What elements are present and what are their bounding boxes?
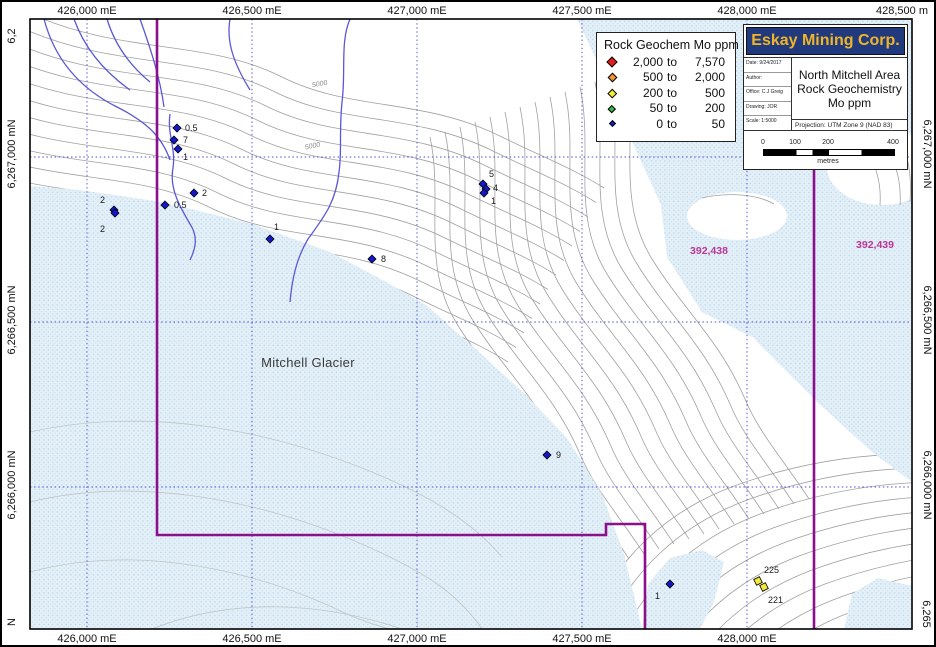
projection-note: Projection: UTM Zone 9 (NAD 83) xyxy=(792,119,907,130)
axis-label-partial: 6,265 xyxy=(920,600,932,628)
sample-value-label: 221 xyxy=(768,595,783,605)
title-block-right: North Mitchell Area Rock Geochemistry Mo… xyxy=(792,58,907,130)
axis-label-northing-right: 6,266,500 mN xyxy=(921,285,933,354)
axis-label-northing-left: 6,266,500 mN xyxy=(6,285,18,354)
sample-value-label: 7 xyxy=(183,135,188,145)
sample-value-label: 225 xyxy=(764,565,779,575)
legend-row: 500 to 2,000 xyxy=(597,70,735,86)
company-banner: Eskay Mining Corp. xyxy=(746,27,905,55)
axis-label-easting-bottom: 426,500 mE xyxy=(222,633,281,645)
legend-range-to: 50 xyxy=(711,116,725,131)
scale-bar-graphic xyxy=(763,149,895,156)
legend-range-to-word: to xyxy=(666,116,677,131)
axis-label-easting-bottom: 426,000 mE xyxy=(57,633,116,645)
legend-range-to: 7,570 xyxy=(694,54,725,69)
sample-value-label: 1 xyxy=(655,591,660,601)
map-title: North Mitchell Area Rock Geochemistry Mo… xyxy=(792,58,907,119)
scale-tick-0: 0 xyxy=(761,139,765,146)
scale-tick-200: 200 xyxy=(822,139,834,146)
legend-range-to-word: to xyxy=(666,85,677,100)
axis-label-easting-top: 427,500 mE xyxy=(552,5,611,17)
sample-value-label: 0.5 xyxy=(185,123,198,133)
legend-diamond-icon xyxy=(603,72,621,83)
legend-range-to: 200 xyxy=(704,101,725,116)
diamond-swatch xyxy=(608,120,616,128)
axis-label-northing-left: 6,267,000 mN xyxy=(6,119,18,188)
legend-range-to: 2,000 xyxy=(694,70,725,85)
claim-number-label: 392,439 xyxy=(856,239,894,251)
glacier-name-label: Mitchell Glacier xyxy=(261,355,355,370)
scale-bar: 0 100 200 400 metres xyxy=(751,139,901,169)
sample-value-label: 2 xyxy=(100,195,105,205)
legend-range-from: 0 xyxy=(656,116,663,131)
map-title-line3: Mo ppm xyxy=(827,95,872,110)
sample-value-label: 4 xyxy=(493,183,498,193)
legend-diamond-icon xyxy=(603,120,621,128)
legend-diamond-icon xyxy=(603,104,621,113)
sample-value-label: 8 xyxy=(381,254,386,264)
legend-row: 2,000 to 7,570 xyxy=(597,54,735,70)
axis-label-northing-right: 6,267,000 mN xyxy=(921,119,933,188)
diamond-swatch xyxy=(606,56,618,68)
legend-range-from: 2,000 xyxy=(632,54,663,69)
info-author: Author: xyxy=(744,73,791,88)
scale-tick-100: 100 xyxy=(789,139,801,146)
axis-label-easting-bottom: 427,000 mE xyxy=(387,633,446,645)
legend-box: Rock Geochem Mo ppm 2,000 to 7,570 500 to 2,0… xyxy=(596,32,739,142)
info-scale: Scale: 1:5000 xyxy=(746,118,777,125)
legend-row: 200 to 500 xyxy=(597,85,735,101)
scale-bar-section: 0 100 200 400 metres xyxy=(744,131,907,169)
legend-row: 50 to 200 xyxy=(597,101,735,117)
company-name: Eskay Mining Corp. xyxy=(751,32,900,49)
legend-rows: 2,000 to 7,570 500 to 2,000 200 to 500 50 to 200 0 to… xyxy=(597,54,735,132)
axis-label-northing-left: 6,266,000 mN xyxy=(6,450,18,519)
sample-value-label: 1 xyxy=(183,152,188,162)
axis-label-easting-top: 426,500 mE xyxy=(222,5,281,17)
info-drawing: Drawing: JOR xyxy=(744,102,791,117)
title-block: Eskay Mining Corp. Date: 9/24/2017 Autho… xyxy=(743,24,908,170)
sample-value-label: 0.5 xyxy=(174,200,187,210)
info-date: Date: 9/24/2017 xyxy=(744,58,791,73)
scale-unit: metres xyxy=(817,158,839,165)
legend-range-to-word: to xyxy=(666,54,677,69)
axis-label-partial: N xyxy=(6,618,18,626)
info-office: Office: C.J Greig xyxy=(744,87,791,102)
legend-row: 0 to 50 xyxy=(597,116,735,132)
diamond-swatch xyxy=(607,72,617,83)
legend-range-to: 500 xyxy=(704,85,725,100)
diamond-swatch xyxy=(607,88,617,98)
sample-value-label: 5 xyxy=(489,169,494,179)
axis-label-easting-top: 426,000 mE xyxy=(57,5,116,17)
legend-range-from: 200 xyxy=(642,85,663,100)
legend-range-from: 50 xyxy=(649,101,663,116)
sample-value-label: 1 xyxy=(274,222,279,232)
axis-label-northing-right: 6,266,000 mN xyxy=(921,450,933,519)
legend-diamond-icon xyxy=(603,88,621,98)
legend-diamond-icon xyxy=(603,56,621,68)
axis-label-partial: 6,2 xyxy=(6,28,18,43)
sample-value-label: 1 xyxy=(491,196,496,206)
diamond-swatch xyxy=(608,104,616,113)
map-title-line2: Rock Geochemistry xyxy=(797,81,902,96)
legend-range-to-word: to xyxy=(666,101,677,116)
title-block-body: Date: 9/24/2017 Author: Office: C.J Grei… xyxy=(744,57,907,131)
sample-value-label: 9 xyxy=(556,450,561,460)
sample-value-label: 2 xyxy=(202,188,207,198)
drawing-info: Date: 9/24/2017 Author: Office: C.J Grei… xyxy=(744,58,792,130)
legend-range-from: 500 xyxy=(642,70,663,85)
axis-label-easting-top: 427,000 mE xyxy=(387,5,446,17)
map-page: Mitchell Glacier 392,438 392,439 500 0 500 0 0… xyxy=(0,0,936,647)
white-patch xyxy=(687,192,787,240)
axis-label-easting-bottom: 428,000 mE xyxy=(717,633,776,645)
axis-label-easting-top: 428,000 mE xyxy=(717,5,776,17)
legend-title: Rock Geochem Mo ppm xyxy=(604,38,739,52)
scale-tick-400: 400 xyxy=(887,139,899,146)
map-title-line1: North Mitchell Area xyxy=(798,67,901,82)
legend-range-to-word: to xyxy=(666,70,677,85)
claim-number-label: 392,438 xyxy=(690,245,728,257)
axis-label-easting-bottom: 427,500 mE xyxy=(552,633,611,645)
sample-value-label: 2 xyxy=(100,224,105,234)
axis-label-easting-top: 428,500 m xyxy=(876,5,928,17)
